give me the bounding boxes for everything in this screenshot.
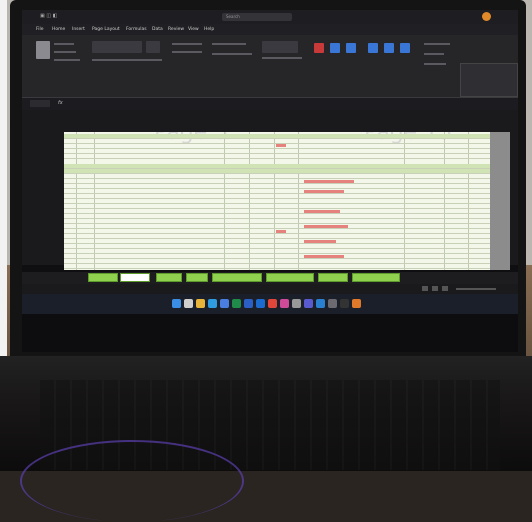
- conditional-formatting-icon[interactable]: [314, 43, 324, 53]
- search-input[interactable]: Search: [222, 13, 292, 21]
- purple-light-reflection: [20, 440, 244, 522]
- paste-icon[interactable]: [36, 41, 50, 59]
- tab-home[interactable]: Home: [52, 27, 65, 32]
- ribbon-tabs: File Home Insert Page Layout Formulas Da…: [22, 24, 518, 35]
- zoom-slider[interactable]: [456, 288, 496, 290]
- red-cell: [304, 240, 336, 243]
- alignment-buttons-2[interactable]: [172, 51, 202, 53]
- red-cell: [276, 144, 286, 147]
- number-format-buttons[interactable]: [262, 57, 302, 59]
- ribbon-toolbar: [22, 35, 518, 98]
- format-cells-icon[interactable]: [400, 43, 410, 53]
- sort-filter-panel[interactable]: [460, 63, 518, 97]
- edge-icon[interactable]: [208, 299, 217, 308]
- terminal-icon[interactable]: [340, 299, 349, 308]
- sheet-tab[interactable]: [88, 273, 118, 282]
- search-icon[interactable]: [184, 299, 193, 308]
- format-painter-button[interactable]: [54, 59, 80, 61]
- merge-center-button[interactable]: [212, 53, 252, 55]
- tab-file[interactable]: File: [36, 27, 44, 32]
- start-icon[interactable]: [172, 299, 181, 308]
- font-format-buttons[interactable]: [92, 59, 162, 61]
- laptop-screen: ▣ ◫ ◧ Search File Home Insert Page Layou…: [22, 10, 518, 352]
- app-icon[interactable]: [352, 299, 361, 308]
- sheet-tab[interactable]: [318, 273, 348, 282]
- worksheet-grid[interactable]: Page 3 Page 15: [64, 132, 490, 270]
- settings-icon[interactable]: [292, 299, 301, 308]
- red-cell: [304, 210, 340, 213]
- mail-icon[interactable]: [316, 299, 325, 308]
- tab-page-layout[interactable]: Page Layout: [92, 27, 120, 32]
- outlook-icon[interactable]: [256, 299, 265, 308]
- tab-data[interactable]: Data: [152, 27, 163, 32]
- table-row: [64, 154, 490, 159]
- cell-styles-icon[interactable]: [346, 43, 356, 53]
- clear-button[interactable]: [424, 63, 446, 65]
- red-cell: [304, 255, 344, 258]
- insert-cells-icon[interactable]: [368, 43, 378, 53]
- name-box[interactable]: [30, 100, 50, 107]
- number-format-select[interactable]: [262, 41, 298, 53]
- worksheet-area: Page 3 Page 15: [22, 110, 518, 270]
- sheet-tab[interactable]: [156, 273, 182, 282]
- tab-insert[interactable]: Insert: [72, 27, 85, 32]
- chrome-icon[interactable]: [268, 299, 277, 308]
- cut-button[interactable]: [54, 43, 74, 45]
- sheet-tab[interactable]: [352, 273, 400, 282]
- red-cell: [304, 180, 354, 183]
- tab-formulas[interactable]: Formulas: [126, 27, 147, 32]
- page-layout-view-button[interactable]: [432, 286, 438, 291]
- sheet-tab[interactable]: [266, 273, 314, 282]
- windows-taskbar: [22, 294, 518, 314]
- calculator-icon[interactable]: [328, 299, 337, 308]
- teams-icon[interactable]: [304, 299, 313, 308]
- format-as-table-icon[interactable]: [330, 43, 340, 53]
- fx-icon: fx: [58, 100, 63, 106]
- screen-bezel-bottom: [22, 314, 518, 352]
- out-of-print-area: [490, 132, 510, 270]
- word-icon[interactable]: [244, 299, 253, 308]
- app-icons: ▣ ◫ ◧: [40, 13, 58, 19]
- sheet-tab-bar: [22, 272, 518, 284]
- store-icon[interactable]: [220, 299, 229, 308]
- excel-icon[interactable]: [232, 299, 241, 308]
- fill-button[interactable]: [424, 53, 444, 55]
- photos-icon[interactable]: [280, 299, 289, 308]
- red-cell: [304, 225, 348, 228]
- excel-title-bar: ▣ ◫ ◧ Search: [22, 10, 518, 24]
- font-size-select[interactable]: [146, 41, 160, 53]
- normal-view-button[interactable]: [422, 286, 428, 291]
- font-select[interactable]: [92, 41, 142, 53]
- page-break-view-button[interactable]: [442, 286, 448, 291]
- status-bar: [22, 284, 518, 294]
- table-row: [64, 264, 490, 269]
- autosum-button[interactable]: [424, 43, 450, 45]
- delete-cells-icon[interactable]: [384, 43, 394, 53]
- file-explorer-icon[interactable]: [196, 299, 205, 308]
- red-cell: [276, 230, 286, 233]
- tab-help[interactable]: Help: [204, 27, 214, 32]
- wrap-text-button[interactable]: [212, 43, 246, 45]
- avatar[interactable]: [482, 12, 491, 21]
- alignment-buttons[interactable]: [172, 43, 202, 45]
- sheet-tab[interactable]: [186, 273, 208, 282]
- copy-button[interactable]: [54, 51, 76, 53]
- tab-view[interactable]: View: [188, 27, 199, 32]
- red-cell: [304, 190, 344, 193]
- tab-review[interactable]: Review: [168, 27, 184, 32]
- sheet-tab[interactable]: [212, 273, 262, 282]
- sheet-tab-active[interactable]: [120, 273, 150, 282]
